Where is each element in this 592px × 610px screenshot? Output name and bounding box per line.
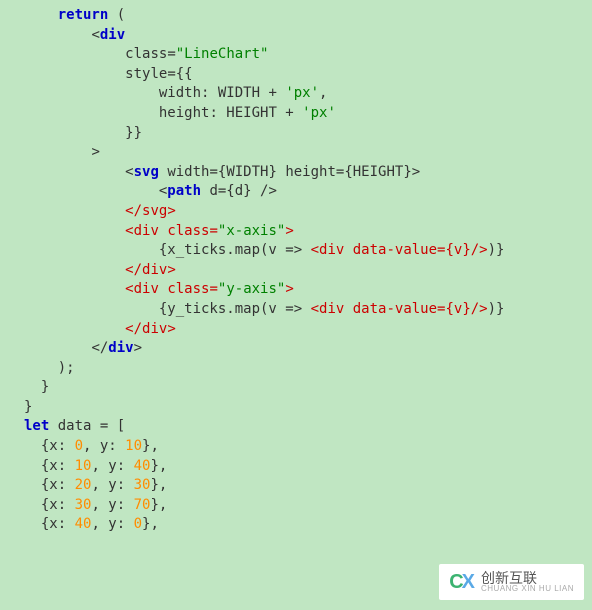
code-line: {x_ticks.map(v => <div data-value={v}/>)… (24, 242, 504, 258)
watermark-text-en: CHUANG XIN HU LIAN (481, 585, 574, 593)
code-line: {x: 10, y: 40}, (24, 458, 167, 474)
code-line: {y_ticks.map(v => <div data-value={v}/>)… (24, 301, 504, 317)
code-line: <path d={d} /> (24, 183, 277, 199)
code-line: } (24, 379, 49, 395)
code-line: </div> (24, 340, 142, 356)
watermark-logo-icon: CX (449, 568, 475, 596)
code-line: {x: 20, y: 30}, (24, 477, 167, 493)
code-line: return ( (24, 7, 125, 23)
code-line: <div (24, 27, 125, 43)
code-line: let data = [ (24, 418, 125, 434)
code-line: width: WIDTH + 'px', (24, 85, 327, 101)
code-line: style={{ (24, 66, 193, 82)
code-line: </div> (24, 321, 176, 337)
code-line: height: HEIGHT + 'px' (24, 105, 336, 121)
watermark-text-cn: 创新互联 (481, 571, 574, 585)
code-line: <svg width={WIDTH} height={HEIGHT}> (24, 164, 420, 180)
code-line: <div class="y-axis"> (24, 281, 294, 297)
code-line: </svg> (24, 203, 176, 219)
code-line: {x: 0, y: 10}, (24, 438, 159, 454)
code-line: class="LineChart" (24, 46, 268, 62)
watermark: CX 创新互联 CHUANG XIN HU LIAN (439, 564, 584, 600)
code-line: {x: 40, y: 0}, (24, 516, 159, 532)
code-line: ); (24, 360, 75, 376)
code-line: {x: 30, y: 70}, (24, 497, 167, 513)
code-line: </div> (24, 262, 176, 278)
code-line: <div class="x-axis"> (24, 223, 294, 239)
code-block: return ( <div class="LineChart" style={{… (0, 0, 592, 541)
code-line: }} (24, 125, 142, 141)
code-line: } (24, 399, 32, 415)
code-line: > (24, 144, 100, 160)
